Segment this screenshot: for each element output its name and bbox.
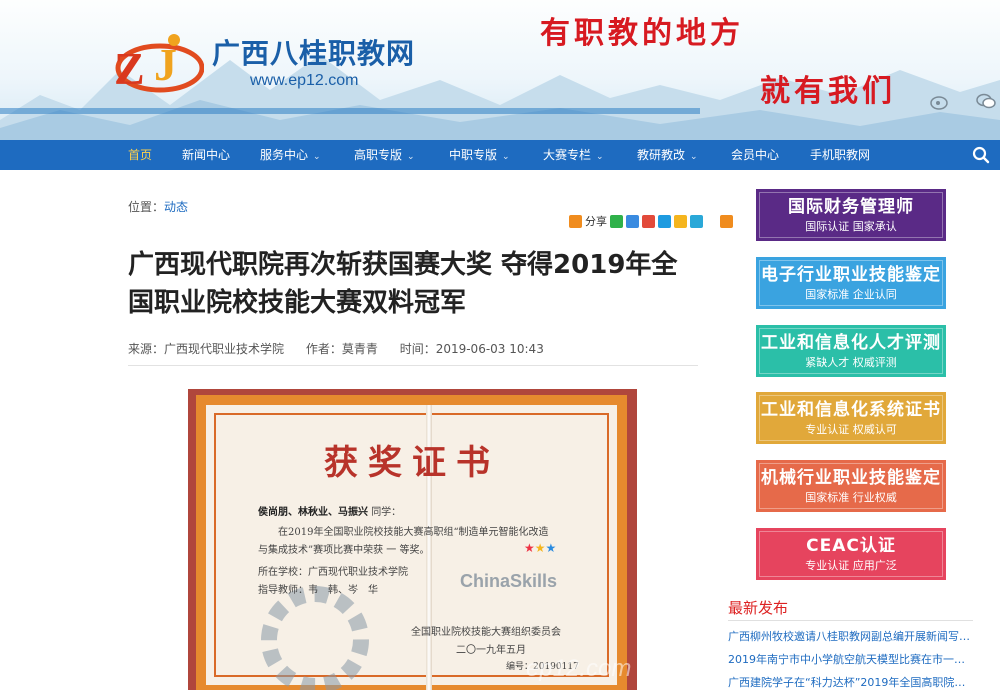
latest-heading: 最新发布 <box>728 599 789 617</box>
svg-text:J: J <box>154 39 177 90</box>
ad-title: 工业和信息化人才评测 <box>761 333 941 353</box>
header-banner: Z J 广西八桂职教网 www.ep12.com 有职教的地方 就有我们 <box>0 0 1000 140</box>
share-bar: 分享 <box>569 213 733 229</box>
ad-subtitle: 专业认证 应用广泛 <box>805 559 897 572</box>
nav-item-news[interactable]: 新闻中心 <box>182 140 230 170</box>
ad-banner-cfm[interactable]: 国际财务管理师 国际认证 国家承认 <box>756 189 946 241</box>
breadcrumb-link[interactable]: 动态 <box>164 200 188 214</box>
breadcrumb-prefix: 位置： <box>128 200 165 214</box>
slogan-line-2: 就有我们 <box>760 74 896 109</box>
main-nav: 首页 新闻中心 服务中心 ⌄ 高职专版 ⌄ 中职专版 ⌄ 大赛专栏 ⌄ 教研教改 ⌄ 会员… <box>0 140 1000 170</box>
nav-item-label: 手机职教网 <box>810 148 871 162</box>
nav-item-higher-vocational[interactable]: 高职专版 ⌄ <box>354 140 415 170</box>
nav-item-label: 服务中心 <box>260 148 309 162</box>
nav-item-label: 教研教改 <box>637 148 686 162</box>
nav-item-label: 大赛专栏 <box>543 148 592 162</box>
ad-subtitle: 国际认证 国家承认 <box>805 220 897 233</box>
share-icon[interactable] <box>569 214 582 228</box>
nav-item-services[interactable]: 服务中心 ⌄ <box>260 140 321 170</box>
article-author: 作者：莫青青 <box>305 342 378 356</box>
site-logo[interactable]: Z J <box>108 28 204 98</box>
nav-item-teaching-reform[interactable]: 教研教改 ⌄ <box>637 140 698 170</box>
ad-banner-it-certificate[interactable]: 工业和信息化系统证书 专业认证 权威认可 <box>756 392 946 444</box>
ad-title: 工业和信息化系统证书 <box>761 400 941 420</box>
ad-title: 国际财务管理师 <box>788 197 914 217</box>
certificate-names: 侯尚朋、林秋业、马振兴 <box>258 507 368 518</box>
certificate-greeting: 同学： <box>371 507 402 518</box>
nav-item-label: 首页 <box>128 148 153 162</box>
article-title: 广西现代职院再次斩获国赛大奖 夺得2019年全国职业院校技能大赛双料冠军 <box>128 250 678 318</box>
chevron-down-icon: ⌄ <box>596 152 604 162</box>
certificate-body-line-1: 在2019年全国职业院校技能大赛高职组“制造单元智能化改造 <box>278 527 549 538</box>
latest-item[interactable]: 2019年南宁市中小学航空航天模型比赛在市一职校… <box>728 651 973 667</box>
article-source: 来源：广西现代职业技术学院 <box>128 342 285 356</box>
site-name: 广西八桂职教网 <box>212 37 416 70</box>
tencent-share-icon[interactable] <box>658 214 671 228</box>
latest-divider <box>728 620 973 621</box>
ad-banner-machinery-skills[interactable]: 机械行业职业技能鉴定 国家标准 行业权威 <box>756 460 946 512</box>
certificate-date: 二〇一九年五月 <box>456 645 526 656</box>
nav-item-label: 新闻中心 <box>182 148 231 162</box>
douban-share-icon[interactable] <box>690 214 703 228</box>
photo-watermark: ep12.com <box>526 655 632 682</box>
search-icon[interactable] <box>972 146 990 164</box>
nav-item-mobile[interactable]: 手机职教网 <box>810 140 870 170</box>
nav-item-home[interactable]: 首页 <box>128 140 152 170</box>
weibo-icon[interactable] <box>930 92 950 110</box>
ad-banner-electronics-skills[interactable]: 电子行业职业技能鉴定 国家标准 企业认同 <box>756 257 946 309</box>
wechat-share-icon[interactable] <box>610 214 623 228</box>
chevron-down-icon: ⌄ <box>502 152 510 162</box>
ad-title: 电子行业职业技能鉴定 <box>761 265 941 285</box>
article-photo: 获奖证书 侯尚朋、林秋业、马振兴 同学： 在2019年全国职业院校技能大赛高职组… <box>188 389 637 690</box>
certificate-body-line-2: 与集成技术”赛项比赛中荣获 一 等奖。 <box>258 545 430 556</box>
article-time: 时间：2019-06-03 10:43 <box>399 342 544 356</box>
ad-subtitle: 国家标准 企业认同 <box>805 288 897 301</box>
ad-banner-ceac[interactable]: CEAC认证 专业认证 应用广泛 <box>756 528 946 580</box>
ad-banner-it-talent[interactable]: 工业和信息化人才评测 紧缺人才 权威评测 <box>756 325 946 377</box>
certificate: 获奖证书 侯尚朋、林秋业、马振兴 同学： 在2019年全国职业院校技能大赛高职组… <box>196 395 631 690</box>
ad-title: CEAC认证 <box>806 536 896 556</box>
ad-title: 机械行业职业技能鉴定 <box>761 468 941 488</box>
qzone-share-icon[interactable] <box>626 214 639 228</box>
more-share-icon[interactable] <box>720 214 733 228</box>
wechat-icon[interactable] <box>976 92 996 110</box>
certificate-school: 所在学校：广西现代职业技术学院 <box>258 567 408 578</box>
chinaskills-stars: ★★★ <box>524 541 557 555</box>
slogan-line-1: 有职教的地方 <box>540 16 744 51</box>
ad-subtitle: 紧缺人才 权威评测 <box>805 356 897 369</box>
article-meta: 来源：广西现代职业技术学院 作者：莫青青 时间：2019-06-03 10:43 <box>128 340 698 366</box>
nav-item-label: 会员中心 <box>731 148 780 162</box>
breadcrumb: 位置：动态 <box>128 198 188 215</box>
certificate-advisor: 指导教师：韦 韩、岑 华 <box>258 585 378 596</box>
renren-share-icon[interactable] <box>674 214 687 228</box>
certificate-title: 获奖证书 <box>324 443 500 483</box>
svg-text:Z: Z <box>114 43 145 94</box>
chinaskills-logo: ChinaSkills <box>460 571 558 591</box>
share-label: 分享 <box>585 215 607 228</box>
chevron-down-icon: ⌄ <box>313 152 321 162</box>
weibo-share-icon[interactable] <box>642 214 655 228</box>
chevron-down-icon: ⌄ <box>407 152 415 162</box>
chevron-down-icon: ⌄ <box>690 152 698 162</box>
certificate-recipients: 侯尚朋、林秋业、马振兴 同学： <box>258 503 401 518</box>
nav-item-label: 中职专版 <box>449 148 498 162</box>
certificate-issuer: 全国职业院校技能大赛组织委员会 <box>411 627 561 638</box>
latest-item[interactable]: 广西柳州牧校邀请八桂职教网副总编开展新闻写作… <box>728 628 973 644</box>
ad-subtitle: 专业认证 权威认可 <box>805 423 897 436</box>
nav-item-members[interactable]: 会员中心 <box>731 140 779 170</box>
nav-item-competitions[interactable]: 大赛专栏 ⌄ <box>543 140 604 170</box>
ad-subtitle: 国家标准 行业权威 <box>805 491 897 504</box>
nav-item-secondary-vocational[interactable]: 中职专版 ⌄ <box>449 140 510 170</box>
site-url: www.ep12.com <box>250 72 359 89</box>
nav-item-label: 高职专版 <box>354 148 403 162</box>
latest-item[interactable]: 广西建院学子在“科力达杯”2019年全国高职院校… <box>728 674 973 690</box>
